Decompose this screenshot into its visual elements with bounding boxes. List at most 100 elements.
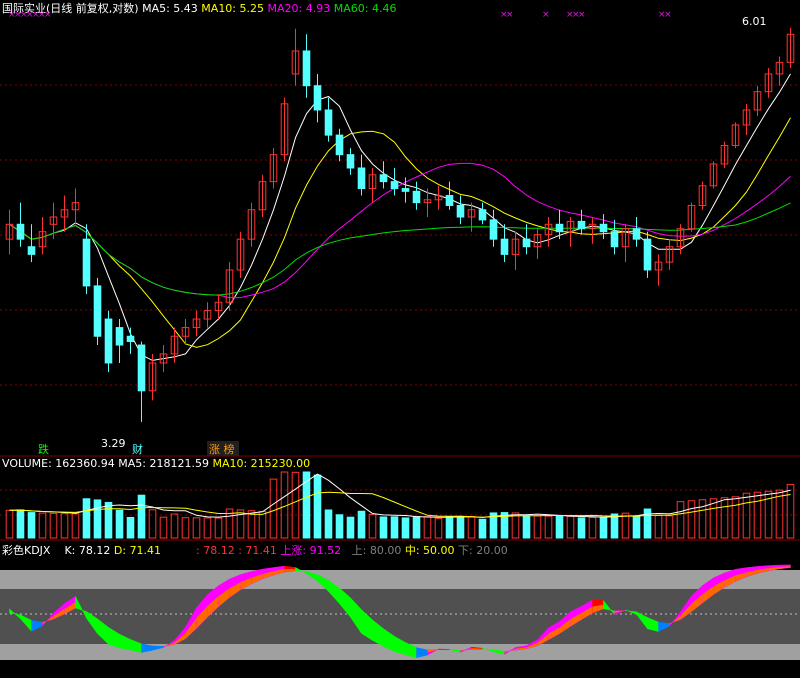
kdj-lower: 下: 20.00 bbox=[458, 544, 508, 557]
volume-bar bbox=[5, 509, 14, 539]
volume-bar bbox=[445, 516, 454, 539]
candle-body bbox=[500, 238, 509, 255]
volume-bar bbox=[159, 516, 168, 539]
volume-bar bbox=[313, 474, 322, 539]
volume-bar bbox=[599, 517, 608, 539]
candle-body bbox=[302, 50, 311, 87]
candle-body bbox=[412, 190, 421, 204]
grid-lines bbox=[0, 84, 800, 541]
candle-body bbox=[599, 223, 608, 233]
volume-bar bbox=[324, 509, 333, 539]
candle-body bbox=[555, 223, 564, 233]
volume-bar bbox=[522, 515, 531, 539]
candle bbox=[346, 148, 355, 175]
kdj-upper: 上: 80.00 bbox=[351, 544, 402, 557]
kdj-panel bbox=[0, 564, 800, 660]
volume-bar bbox=[478, 518, 487, 539]
volume-bar bbox=[775, 489, 784, 539]
candle bbox=[71, 188, 80, 225]
candle bbox=[5, 209, 14, 255]
candle bbox=[148, 353, 157, 401]
volume-bar bbox=[434, 517, 443, 539]
volume-bar bbox=[104, 501, 113, 539]
candle bbox=[764, 68, 773, 98]
candle-body bbox=[324, 109, 333, 136]
kdj-header: 彩色KDJX K: 78.12 D: 71.41 : 78.12 : 71.41… bbox=[2, 542, 508, 558]
volume-bar bbox=[511, 512, 520, 539]
volume-bar bbox=[214, 517, 223, 539]
volume-bar bbox=[335, 514, 344, 539]
volume-bar bbox=[709, 498, 718, 539]
volume-bar bbox=[643, 508, 652, 539]
candle bbox=[500, 224, 509, 263]
volume-bar bbox=[786, 483, 795, 539]
stock-chart[interactable]: ××××××× ×× × ××× ×× 6.01 3.29 跌 财 涨 榜 bbox=[0, 0, 800, 678]
volume-bar bbox=[533, 515, 542, 539]
candlestick-series bbox=[5, 27, 795, 422]
candle bbox=[192, 310, 201, 337]
volume-ma5-line bbox=[9, 473, 791, 518]
volume-bar bbox=[148, 509, 157, 539]
volume-bar bbox=[621, 512, 630, 539]
candle bbox=[544, 216, 553, 247]
kdj-up: 上涨: 91.52 bbox=[280, 544, 342, 557]
kdj-name: 彩色KDJX bbox=[2, 544, 51, 557]
candle bbox=[533, 228, 542, 260]
candle-body bbox=[478, 209, 487, 221]
candle-body bbox=[577, 220, 586, 230]
candle-body bbox=[357, 167, 366, 190]
volume-bar bbox=[346, 516, 355, 539]
tag-cai: 财 bbox=[132, 442, 143, 456]
candle bbox=[38, 216, 47, 255]
candle bbox=[390, 167, 399, 196]
volume-bar bbox=[577, 517, 586, 539]
candle-body bbox=[610, 231, 619, 248]
tag-zhangbang: 涨 榜 bbox=[209, 442, 235, 456]
candle bbox=[720, 141, 729, 168]
volume-bar bbox=[687, 500, 696, 539]
candle bbox=[511, 231, 520, 270]
volume-bar bbox=[467, 515, 476, 539]
volume-bar bbox=[566, 515, 575, 539]
volume-bar bbox=[632, 515, 641, 539]
tag-die: 跌 bbox=[38, 442, 49, 456]
volume-value: VOLUME: 162360.94 bbox=[2, 457, 115, 470]
ma5-line bbox=[9, 73, 791, 361]
candle bbox=[643, 231, 652, 278]
volume-bar bbox=[291, 471, 300, 539]
candle bbox=[225, 262, 234, 311]
candle-body bbox=[137, 344, 146, 392]
candle-body bbox=[126, 335, 135, 343]
candle bbox=[522, 224, 531, 255]
candle bbox=[445, 181, 454, 210]
volume-bar bbox=[357, 510, 366, 539]
kdj-mid: 中: 50.00 bbox=[404, 544, 455, 557]
candle bbox=[324, 97, 333, 142]
candle bbox=[698, 181, 707, 210]
candle bbox=[577, 209, 586, 235]
candle bbox=[687, 202, 696, 232]
volume-bar bbox=[126, 516, 135, 539]
volume-bar bbox=[137, 494, 146, 539]
candle-body bbox=[379, 174, 388, 183]
candle-body bbox=[456, 204, 465, 218]
volume-bar bbox=[115, 509, 124, 539]
candle bbox=[566, 216, 575, 247]
candle bbox=[654, 254, 663, 286]
volume-bar bbox=[401, 517, 410, 539]
volume-bar bbox=[60, 513, 69, 539]
candle bbox=[104, 310, 113, 373]
x-marker: × bbox=[542, 10, 550, 20]
ma10-line bbox=[9, 117, 791, 348]
volume-bar bbox=[93, 499, 102, 539]
candle bbox=[258, 174, 267, 217]
candle-body bbox=[93, 285, 102, 337]
volume-bar bbox=[555, 515, 564, 539]
candle bbox=[214, 294, 223, 320]
candle bbox=[775, 56, 784, 86]
low-price-label: 3.29 bbox=[101, 437, 126, 450]
volume-bar bbox=[720, 497, 729, 539]
x-marker: × bbox=[664, 10, 672, 20]
candle bbox=[621, 224, 630, 263]
volume-bar bbox=[368, 513, 377, 539]
